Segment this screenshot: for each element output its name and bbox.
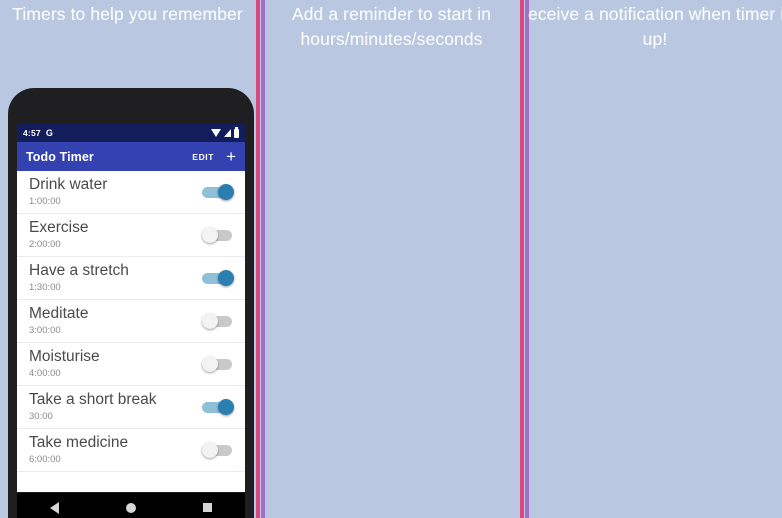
phone-1-navbar	[17, 493, 245, 518]
statusbar-icons	[211, 126, 239, 138]
phone-mockup-1: 4:57 G Todo Timer EDIT + Drink water 1:0…	[8, 88, 254, 518]
timer-toggle[interactable]	[202, 442, 235, 458]
row-texts: Drink water 1:00:00	[29, 175, 196, 209]
timer-duration: 1:00:00	[29, 196, 61, 207]
table-row[interactable]: Meditate 3:00:00	[17, 300, 245, 343]
battery-icon	[234, 126, 239, 138]
timer-toggle[interactable]	[202, 313, 235, 329]
phone-1-statusbar: 4:57 G	[17, 124, 245, 142]
signal-icon	[224, 129, 231, 137]
panel-2-caption: Add a reminder to start in hours/minutes…	[291, 4, 492, 49]
row-texts: Moisturise 4:00:00	[29, 347, 196, 381]
phone-1-appbar: Todo Timer EDIT +	[17, 142, 245, 171]
timer-duration: 30:00	[29, 411, 53, 422]
app-title: Todo Timer	[26, 149, 94, 164]
statusbar-clock: 4:57	[23, 128, 41, 138]
table-row[interactable]: Take medicine 6:00:00	[17, 429, 245, 472]
timer-duration: 3:00:00	[29, 325, 61, 336]
panel-1-caption: Timers to help you remember	[12, 4, 243, 24]
promo-panel-1: Timers to help you remember 4:57 G Todo …	[0, 0, 255, 518]
back-icon[interactable]	[50, 501, 60, 514]
timer-title: Take medicine	[29, 434, 129, 451]
timer-title: Take a short break	[29, 391, 157, 408]
timer-duration: 2:00:00	[29, 239, 61, 250]
panel-3-caption-line1: eceive a notification when timer i	[528, 4, 782, 24]
table-row[interactable]: Moisturise 4:00:00	[17, 343, 245, 386]
timer-toggle[interactable]	[202, 184, 235, 200]
row-texts: Exercise 2:00:00	[29, 218, 196, 252]
panel-3-caption-line2: up!	[642, 29, 668, 49]
panel-divider-pink-1	[256, 0, 260, 518]
phone-1-timer-list: Drink water 1:00:00 Exercise 2:00:00 Hav…	[17, 171, 245, 472]
timer-toggle[interactable]	[202, 399, 235, 415]
timer-toggle[interactable]	[202, 356, 235, 372]
recents-icon[interactable]	[202, 503, 212, 512]
phone-1-screen: 4:57 G Todo Timer EDIT + Drink water 1:0…	[17, 124, 245, 492]
wifi-icon	[211, 129, 221, 137]
edit-button[interactable]: EDIT	[192, 152, 214, 162]
timer-title: Drink water	[29, 176, 108, 193]
timer-duration: 1:30:00	[29, 282, 61, 293]
timer-duration: 6:00:00	[29, 454, 61, 465]
promo-panel-3: eceive a notification when timer i up! T…	[528, 0, 782, 518]
promo-panel-2: Add a reminder to start in hours/minutes…	[264, 0, 519, 518]
timer-duration: 4:00:00	[29, 368, 61, 379]
google-icon: G	[45, 128, 54, 138]
timer-toggle[interactable]	[202, 227, 235, 243]
table-row[interactable]: Take a short break 30:00	[17, 386, 245, 429]
home-icon[interactable]	[125, 502, 136, 513]
add-timer-button[interactable]: +	[226, 148, 236, 165]
row-texts: Meditate 3:00:00	[29, 304, 196, 338]
timer-title: Exercise	[29, 219, 89, 236]
row-texts: Take a short break 30:00	[29, 390, 196, 424]
timer-title: Have a stretch	[29, 262, 129, 279]
promo-screenshot-collage: Timers to help you remember 4:57 G Todo …	[0, 0, 782, 518]
row-texts: Have a stretch 1:30:00	[29, 261, 196, 295]
table-row[interactable]: Exercise 2:00:00	[17, 214, 245, 257]
timer-title: Moisturise	[29, 348, 100, 365]
table-row[interactable]: Drink water 1:00:00	[17, 171, 245, 214]
table-row[interactable]: Have a stretch 1:30:00	[17, 257, 245, 300]
panel-divider-pink-2	[520, 0, 524, 518]
timer-title: Meditate	[29, 305, 89, 322]
timer-toggle[interactable]	[202, 270, 235, 286]
row-texts: Take medicine 6:00:00	[29, 433, 196, 467]
